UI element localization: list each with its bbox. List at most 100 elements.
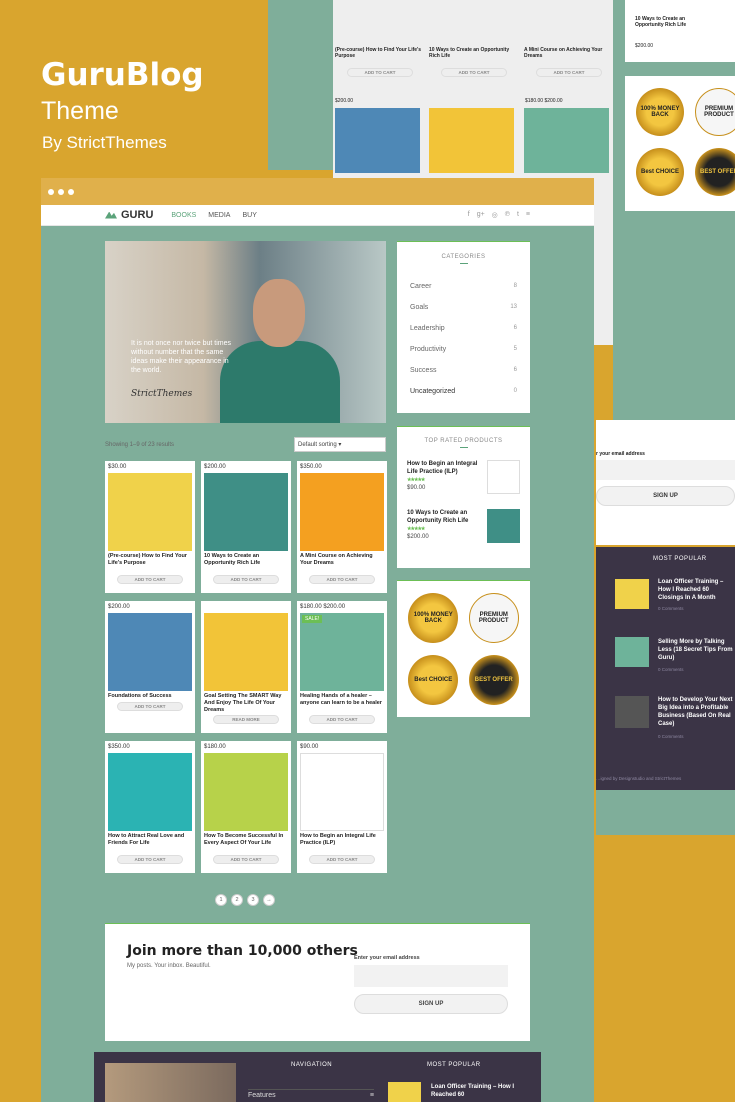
product-card[interactable]: $90.00 How to Begin an Integral Life Prac…: [297, 741, 387, 873]
badges-widget: 100% MONEY BACK PREMIUM PRODUCT Best CHO…: [397, 580, 530, 717]
category-item[interactable]: Uncategorized 0: [410, 381, 517, 402]
googleplus-icon[interactable]: g+: [477, 211, 485, 219]
sale-badge: SALE!: [302, 615, 323, 623]
category-item[interactable]: Goals 13: [410, 297, 517, 318]
add-to-cart-button[interactable]: ADD TO CART: [213, 855, 279, 864]
product-title[interactable]: (Pre-course) How to Find Your Life's Pur…: [108, 553, 192, 575]
product-card[interactable]: $180.00 How To Become Successful In Every…: [201, 741, 291, 873]
bg-cover: [429, 108, 514, 173]
pinterest-icon[interactable]: ℗: [505, 211, 510, 219]
product-card[interactable]: $30.00 (Pre-course) How to Find Your Life…: [105, 461, 195, 593]
pagination: 1 2 3 →: [215, 894, 275, 906]
facebook-icon[interactable]: f: [468, 211, 470, 219]
product-title[interactable]: How To Become Successful In Every Aspect…: [204, 833, 288, 855]
category-name: Career: [410, 283, 432, 290]
top-rated-title[interactable]: How to Begin an Integral Life Practice (…: [407, 461, 477, 475]
product-card[interactable]: $350.00 How to Attract Real Love and Frie…: [105, 741, 195, 873]
product-cover[interactable]: [108, 473, 192, 551]
product-card[interactable]: Goal Setting The SMART Way And Enjoy The…: [201, 601, 291, 733]
add-to-cart-button[interactable]: ADD TO CART: [117, 855, 183, 864]
add-to-cart-button[interactable]: ADD TO CART: [309, 855, 375, 864]
site-footer: NAVIGATION MOST POPULAR Features ≡ Loan O…: [94, 1052, 541, 1102]
bg-badge: PREMIUM PRODUCT: [695, 88, 735, 136]
add-to-cart-button[interactable]: ADD TO CART: [117, 702, 183, 711]
bg-product-title: (Pre-course) How to Find Your Life's Pur…: [335, 47, 422, 59]
footer-popular-title: MOST POPULAR: [427, 1062, 481, 1068]
product-card[interactable]: $180.00 $200.00 SALE! Healing Hands of a h…: [297, 601, 387, 733]
bg-signup-button[interactable]: SIGN UP: [596, 486, 735, 506]
add-to-cart-button[interactable]: ADD TO CART: [117, 575, 183, 584]
bg-popular-meta: 0 Comments: [658, 606, 684, 611]
product-title[interactable]: How to Begin an Integral Life Practice (…: [300, 833, 384, 855]
product-title[interactable]: Foundations of Success: [108, 693, 192, 702]
menu-icon[interactable]: ≡: [526, 211, 530, 219]
top-rated-item[interactable]: 10 Ways to Create an Opportunity Rich Li…: [407, 509, 520, 543]
product-title[interactable]: A Mini Course on Achieving Your Dreams: [300, 553, 384, 575]
bg-add-to-cart-button[interactable]: ADD TO CART: [536, 68, 602, 77]
email-input[interactable]: [354, 965, 508, 987]
top-rated-thumb[interactable]: [487, 460, 520, 494]
product-card[interactable]: $350.00 A Mini Course on Achieving Your D…: [297, 461, 387, 593]
product-cover[interactable]: [108, 613, 192, 691]
window-dot: [68, 188, 74, 195]
page-3[interactable]: 3: [247, 894, 259, 906]
product-cover[interactable]: [204, 473, 288, 551]
bg-popular-post[interactable]: How to Develop Your Next Big Idea into a…: [658, 696, 735, 728]
product-cover[interactable]: [108, 753, 192, 831]
sort-select[interactable]: Default sorting ▾: [294, 437, 386, 452]
product-title[interactable]: Goal Setting The SMART Way And Enjoy The…: [204, 693, 288, 715]
product-title[interactable]: Healing Hands of a healer – anyone can l…: [300, 693, 384, 715]
product-card[interactable]: $200.00 10 Ways to Create an Opportunity …: [201, 461, 291, 593]
menu-item-buy[interactable]: BUY: [242, 212, 256, 219]
category-item[interactable]: Career 8: [410, 276, 517, 297]
product-price: $180.00 $200.00: [300, 604, 346, 610]
top-rated-item[interactable]: How to Begin an Integral Life Practice (…: [407, 460, 520, 494]
sign-up-button[interactable]: SIGN UP: [354, 994, 508, 1014]
bg-popular-post[interactable]: Loan Officer Training – How I Reached 60…: [658, 578, 735, 602]
product-title[interactable]: How to Attract Real Love and Friends For…: [108, 833, 192, 855]
site-logo[interactable]: GURU: [105, 209, 153, 221]
twitter-icon[interactable]: t: [517, 211, 519, 219]
bg-product-title: 10 Ways to Create an Opportunity Rich Li…: [429, 47, 510, 59]
next-page-arrow-icon[interactable]: →: [263, 894, 275, 906]
product-card[interactable]: $200.00 Foundations of Success ADD TO CART: [105, 601, 195, 733]
product-grid: $30.00 (Pre-course) How to Find Your Life…: [105, 461, 387, 873]
top-rated-title[interactable]: 10 Ways to Create an Opportunity Rich Li…: [407, 510, 468, 524]
bg-add-to-cart-button[interactable]: ADD TO CART: [441, 68, 507, 77]
add-to-cart-button[interactable]: ADD TO CART: [309, 575, 375, 584]
top-rated-thumb[interactable]: [487, 509, 520, 543]
category-item[interactable]: Productivity 5: [410, 339, 517, 360]
product-cover[interactable]: [204, 613, 288, 691]
product-cover[interactable]: [204, 753, 288, 831]
page-1[interactable]: 1: [215, 894, 227, 906]
product-cover[interactable]: [300, 753, 384, 831]
product-price: $350.00: [108, 744, 130, 750]
bg-card-title: 10 Ways to Create an Opportunity Rich Li…: [635, 16, 687, 28]
bg-popular-post[interactable]: Selling More by Talking Less (18 Secret …: [658, 638, 735, 662]
product-cover[interactable]: [300, 473, 384, 551]
bg-add-to-cart-button[interactable]: ADD TO CART: [347, 68, 413, 77]
best-choice-badge: Best CHOICE: [408, 655, 459, 705]
bg-product-title: A Mini Course on Achieving Your Dreams: [524, 47, 603, 59]
money-back-badge: 100% MONEY BACK: [408, 593, 459, 643]
footer-post-title[interactable]: Loan Officer Training – How I Reached 60: [431, 1083, 521, 1099]
add-to-cart-button[interactable]: ADD TO CART: [213, 575, 279, 584]
footer-nav-item[interactable]: Features ≡: [248, 1089, 374, 1099]
widget-title: CATEGORIES: [441, 254, 486, 260]
bg-footer-credit: …igned by Designstudio and StrictThemes: [596, 776, 682, 781]
bg-email-input[interactable]: [596, 460, 735, 480]
category-name: Leadership: [410, 325, 445, 332]
instagram-icon[interactable]: ◎: [492, 211, 498, 219]
add-to-cart-button[interactable]: ADD TO CART: [309, 715, 375, 724]
page-2[interactable]: 2: [231, 894, 243, 906]
bg-cover: [335, 108, 420, 173]
read-more-button[interactable]: READ MORE: [213, 715, 279, 724]
menu-item-books[interactable]: BOOKS: [171, 212, 196, 219]
product-cover[interactable]: SALE!: [300, 613, 384, 691]
category-item[interactable]: Leadership 6: [410, 318, 517, 339]
menu-item-media[interactable]: MEDIA: [208, 212, 230, 219]
bg-top-rated: 10 Ways to Create an Opportunity Rich Li…: [625, 0, 735, 62]
product-title[interactable]: 10 Ways to Create an Opportunity Rich Li…: [204, 553, 288, 575]
category-item[interactable]: Success 6: [410, 360, 517, 381]
bg-badge: 100% MONEY BACK: [636, 88, 684, 136]
